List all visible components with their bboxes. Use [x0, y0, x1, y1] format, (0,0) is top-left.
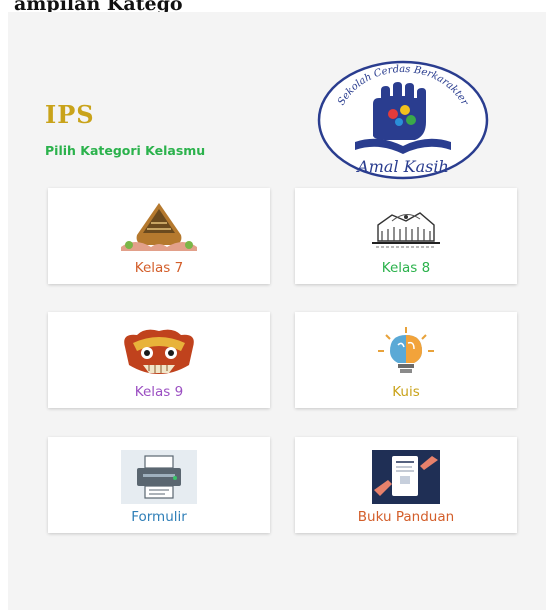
school-logo: Sekolah Cerdas Berkarakter Amal Kasih	[317, 60, 489, 180]
menu-card-kelas-9[interactable]: Kelas 9	[48, 312, 270, 408]
menu-card-kelas-8[interactable]: Kelas 8	[295, 188, 517, 284]
category-subtitle: Pilih Kategori Kelasmu	[45, 143, 206, 158]
menu-card-formulir[interactable]: Formulir	[48, 437, 270, 533]
logo-name: Amal Kasih	[355, 157, 449, 176]
menu-card-buku-panduan[interactable]: Buku Panduan	[295, 437, 517, 533]
app-screen: IPS Pilih Kategori Kelasmu Sekolah Cerda…	[8, 12, 546, 610]
menu-label: Kelas 7	[134, 260, 184, 276]
lightbulb-brain-icon	[356, 324, 456, 380]
menu-label: Formulir	[131, 509, 187, 525]
wayang-gunungan-icon	[109, 200, 209, 256]
menu-label: Buku Panduan	[357, 509, 455, 525]
menu-card-kelas-7[interactable]: Kelas 7	[48, 188, 270, 284]
app-title: IPS	[45, 100, 95, 129]
menu-label: Kelas 9	[134, 384, 184, 400]
menu-label: Kelas 8	[381, 260, 431, 276]
form-printer-icon	[109, 449, 209, 505]
landmark-sketch-icon	[356, 200, 456, 256]
barong-mask-icon	[109, 324, 209, 380]
guide-book-icon	[356, 449, 456, 505]
menu-card-kuis[interactable]: Kuis	[295, 312, 517, 408]
menu-label: Kuis	[392, 384, 420, 400]
